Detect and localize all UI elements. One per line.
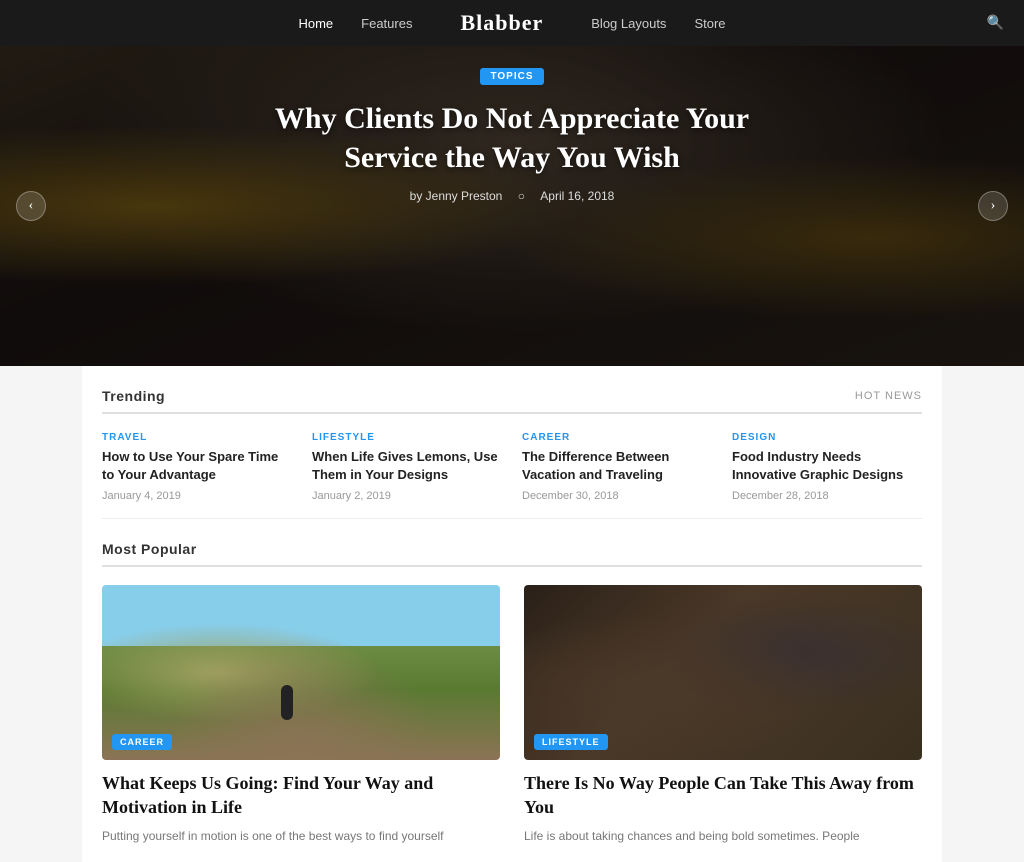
hero-section: ‹ TOPICS Why Clients Do Not Appreciate Y… — [0, 46, 1024, 366]
popular-card: LIFESTYLE There Is No Way People Can Tak… — [524, 585, 922, 846]
trending-item-title[interactable]: Food Industry Needs Innovative Graphic D… — [732, 448, 922, 484]
site-logo[interactable]: Blabber — [460, 10, 543, 36]
trending-item-date: January 4, 2019 — [102, 490, 292, 502]
trending-grid: TRAVEL How to Use Your Spare Time to You… — [102, 432, 922, 502]
popular-card: CAREER What Keeps Us Going: Find Your Wa… — [102, 585, 500, 846]
search-icon[interactable]: 🔍 — [987, 15, 1004, 32]
trending-category: CAREER — [522, 432, 712, 443]
trending-title: Trending — [102, 388, 165, 404]
nav-link-features[interactable]: Features — [361, 16, 412, 31]
trending-section: Trending HOT NEWS TRAVEL How to Use Your… — [102, 366, 922, 519]
card-badge: LIFESTYLE — [534, 734, 608, 750]
trending-header: Trending HOT NEWS — [102, 388, 922, 414]
popular-grid: CAREER What Keeps Us Going: Find Your Wa… — [102, 585, 922, 846]
hero-badge: TOPICS — [480, 68, 543, 85]
popular-section: Most Popular CAREER What Keeps Us Going:… — [102, 519, 922, 862]
card-badge: CAREER — [112, 734, 172, 750]
card-excerpt: Life is about taking chances and being b… — [524, 827, 922, 846]
card-image: CAREER — [102, 585, 500, 760]
hero-author: by Jenny Preston — [410, 189, 503, 203]
nav-link-blog-layouts[interactable]: Blog Layouts — [591, 16, 666, 31]
hero-meta: by Jenny Preston ○ April 16, 2018 — [232, 189, 792, 203]
hero-content: TOPICS Why Clients Do Not Appreciate You… — [212, 46, 812, 223]
trending-category: DESIGN — [732, 432, 922, 443]
hero-date: April 16, 2018 — [540, 189, 614, 203]
trending-category: LIFESTYLE — [312, 432, 502, 443]
hero-separator: ○ — [518, 189, 525, 203]
nav-link-home[interactable]: Home — [298, 16, 333, 31]
trending-item: CAREER The Difference Between Vacation a… — [522, 432, 712, 502]
trending-item: LIFESTYLE When Life Gives Lemons, Use Th… — [312, 432, 502, 502]
trending-item-date: December 28, 2018 — [732, 490, 922, 502]
trending-item: TRAVEL How to Use Your Spare Time to You… — [102, 432, 292, 502]
card-title[interactable]: What Keeps Us Going: Find Your Way and M… — [102, 772, 500, 819]
navigation: Home Features Blabber Blog Layouts Store… — [0, 0, 1024, 46]
hot-news-label: HOT NEWS — [855, 390, 922, 402]
nav-links: Home Features Blabber Blog Layouts Store — [298, 10, 725, 36]
trending-item-title[interactable]: How to Use Your Spare Time to Your Advan… — [102, 448, 292, 484]
trending-item-title[interactable]: The Difference Between Vacation and Trav… — [522, 448, 712, 484]
nav-link-store[interactable]: Store — [694, 16, 725, 31]
hero-prev-arrow[interactable]: ‹ — [16, 191, 46, 221]
card-image: LIFESTYLE — [524, 585, 922, 760]
trending-item-title[interactable]: When Life Gives Lemons, Use Them in Your… — [312, 448, 502, 484]
trending-category: TRAVEL — [102, 432, 292, 443]
popular-header: Most Popular — [102, 541, 922, 567]
main-container: Trending HOT NEWS TRAVEL How to Use Your… — [82, 366, 942, 862]
card-title[interactable]: There Is No Way People Can Take This Awa… — [524, 772, 922, 819]
hero-next-arrow[interactable]: › — [978, 191, 1008, 221]
trending-item: DESIGN Food Industry Needs Innovative Gr… — [732, 432, 922, 502]
trending-item-date: December 30, 2018 — [522, 490, 712, 502]
trending-item-date: January 2, 2019 — [312, 490, 502, 502]
popular-title: Most Popular — [102, 541, 197, 557]
hero-title: Why Clients Do Not Appreciate Your Servi… — [232, 99, 792, 177]
card-excerpt: Putting yourself in motion is one of the… — [102, 827, 500, 846]
